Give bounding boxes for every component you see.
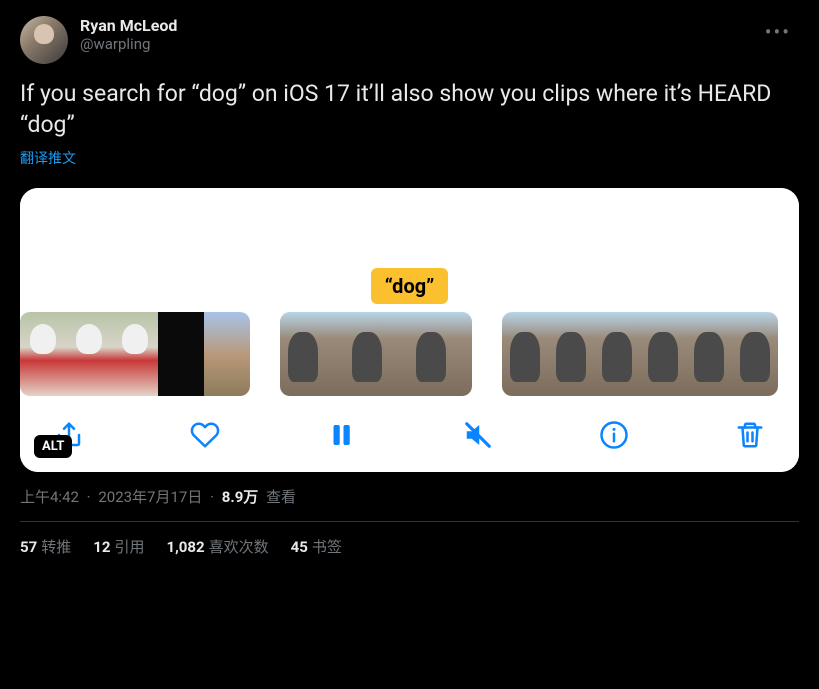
mute-button[interactable] xyxy=(463,420,493,450)
alt-badge[interactable]: ALT xyxy=(34,435,72,458)
quotes-count: 12 xyxy=(93,538,110,556)
retweets-count: 57 xyxy=(20,538,37,556)
tweet-header: Ryan McLeod @warpling ••• xyxy=(20,16,799,64)
more-button[interactable]: ••• xyxy=(757,16,799,48)
author-block[interactable]: Ryan McLeod @warpling xyxy=(80,16,745,53)
views-count: 8.9万 xyxy=(222,488,259,506)
tweet-text: If you search for “dog” on iOS 17 it’ll … xyxy=(20,78,799,140)
info-button[interactable] xyxy=(599,420,629,450)
clip-group-1[interactable] xyxy=(20,312,250,396)
media-whitespace xyxy=(20,188,799,268)
translate-link[interactable]: 翻译推文 xyxy=(20,148,76,168)
thumbnail[interactable] xyxy=(344,312,408,396)
thumbnail[interactable] xyxy=(20,312,66,396)
video-timeline[interactable] xyxy=(20,310,799,402)
thumbnail[interactable] xyxy=(732,312,778,396)
clip-group-2[interactable] xyxy=(280,312,472,396)
tweet-container: Ryan McLeod @warpling ••• If you search … xyxy=(0,0,819,573)
quotes-label: 引用 xyxy=(114,538,144,556)
bookmarks-count: 45 xyxy=(291,538,308,556)
stats-row: 57转推 12引用 1,082 喜欢次数 45书签 xyxy=(20,536,799,557)
likes-count: 1,082 xyxy=(166,538,204,556)
trash-icon xyxy=(735,420,765,450)
display-name: Ryan McLeod xyxy=(80,16,745,35)
thumbnail[interactable] xyxy=(686,312,732,396)
quotes-stat[interactable]: 12引用 xyxy=(93,536,144,557)
avatar[interactable] xyxy=(20,16,68,64)
thumbnail[interactable] xyxy=(548,312,594,396)
info-icon xyxy=(599,420,629,450)
caption-bubble: “dog” xyxy=(371,268,449,304)
handle: @warpling xyxy=(80,35,745,53)
bookmarks-stat[interactable]: 45书签 xyxy=(291,536,342,557)
mute-icon xyxy=(463,420,493,450)
thumbnail[interactable] xyxy=(408,312,472,396)
like-button[interactable] xyxy=(190,420,220,450)
likes-label: 喜欢次数 xyxy=(209,538,269,556)
likes-stat[interactable]: 1,082 喜欢次数 xyxy=(166,536,268,557)
thumbnail[interactable] xyxy=(640,312,686,396)
views-label: 查看 xyxy=(266,488,296,506)
bookmarks-label: 书签 xyxy=(312,538,342,556)
thumbnail[interactable] xyxy=(594,312,640,396)
tweet-time[interactable]: 上午4:42 xyxy=(20,488,79,506)
tweet-meta: 上午4:42 · 2023年7月17日 · 8.9万 查看 xyxy=(20,486,799,507)
thumbnail[interactable] xyxy=(66,312,112,396)
clip-group-3[interactable] xyxy=(502,312,778,396)
thumbnail[interactable] xyxy=(112,312,158,396)
thumbnail[interactable] xyxy=(502,312,548,396)
pause-icon xyxy=(326,420,356,450)
thumbnail[interactable] xyxy=(204,312,250,396)
divider xyxy=(20,521,799,522)
caption-bubble-row: “dog” xyxy=(20,268,799,310)
delete-button[interactable] xyxy=(735,420,765,450)
media-toolbar xyxy=(20,402,799,472)
thumbnail[interactable] xyxy=(280,312,344,396)
tweet-date[interactable]: 2023年7月17日 xyxy=(98,488,202,506)
thumbnail[interactable] xyxy=(158,312,204,396)
heart-icon xyxy=(190,420,220,450)
pause-button[interactable] xyxy=(326,420,356,450)
ellipsis-icon: ••• xyxy=(765,20,791,44)
retweets-stat[interactable]: 57转推 xyxy=(20,536,71,557)
retweets-label: 转推 xyxy=(41,538,71,556)
media-card[interactable]: “dog” xyxy=(20,188,799,472)
